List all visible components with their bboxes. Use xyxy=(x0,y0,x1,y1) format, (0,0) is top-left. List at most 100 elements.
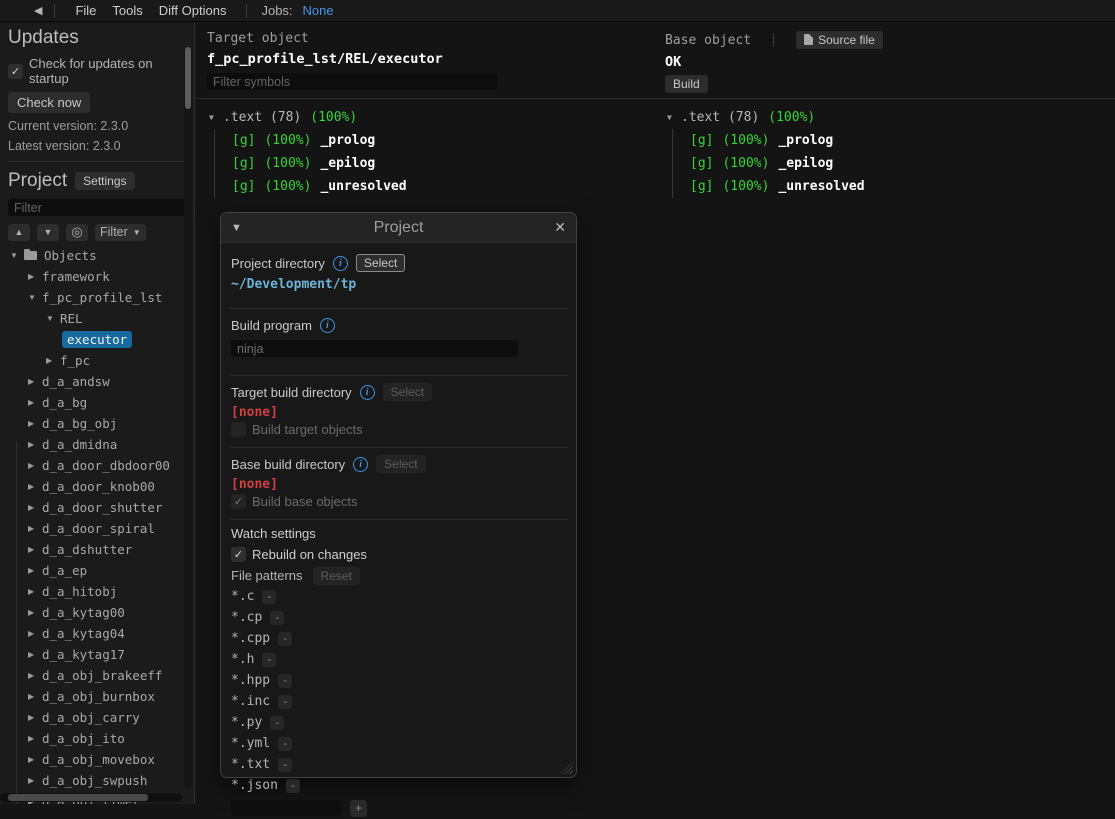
tree-arrow-icon[interactable]: ▶ xyxy=(28,587,42,596)
section-row[interactable]: ▼ .text (78) (100%) xyxy=(209,106,407,129)
tree-item[interactable]: ▶ d_a_bg_obj xyxy=(0,413,194,434)
symbol-row[interactable]: [g] (100%) _unresolved xyxy=(232,175,407,198)
close-icon[interactable]: ✕ xyxy=(546,219,566,236)
tree-item[interactable]: ▶ d_a_door_spiral xyxy=(0,518,194,539)
remove-pattern-button[interactable]: - xyxy=(262,653,276,667)
dialog-title-bar[interactable]: ▼ Project ✕ xyxy=(221,213,576,243)
section-collapse-icon[interactable]: ▼ xyxy=(667,113,681,122)
section-row[interactable]: ▼ .text (78) (100%) xyxy=(667,106,865,129)
sidebar-hscroll-thumb[interactable] xyxy=(8,794,148,801)
tree-arrow-icon[interactable]: ▶ xyxy=(28,713,42,722)
tree-item[interactable]: ▶ d_a_kytag00 xyxy=(0,602,194,623)
remove-pattern-button[interactable]: - xyxy=(278,737,292,751)
reset-button[interactable]: Reset xyxy=(313,567,360,585)
tree-arrow-icon[interactable]: ▶ xyxy=(28,608,42,617)
tree-arrow-icon[interactable]: ▼ xyxy=(28,293,42,302)
menu-diff-options[interactable]: Diff Options xyxy=(151,3,235,18)
tree-arrow-icon[interactable]: ▶ xyxy=(28,671,42,680)
tree-item[interactable]: ▶ d_a_kytag17 xyxy=(0,644,194,665)
check-updates-row[interactable]: ✓ Check for updates on startup xyxy=(8,56,186,86)
tree-arrow-icon[interactable]: ▼ xyxy=(46,314,60,323)
section-collapse-icon[interactable]: ▼ xyxy=(209,113,223,122)
build-target-objects-row[interactable]: Build target objects xyxy=(231,422,566,437)
tree-arrow-icon[interactable]: ▶ xyxy=(28,545,42,554)
tree-arrow-icon[interactable]: ▶ xyxy=(28,272,42,281)
tree-item[interactable]: executor xyxy=(0,329,194,350)
tree-item[interactable]: ▶ d_a_andsw xyxy=(0,371,194,392)
tree-arrow-icon[interactable]: ▶ xyxy=(28,776,42,785)
tree-item[interactable]: ▶ d_a_obj_brakeeff xyxy=(0,665,194,686)
tree-item[interactable]: ▶ d_a_dmidna xyxy=(0,434,194,455)
tree-arrow-icon[interactable]: ▶ xyxy=(28,629,42,638)
project-directory-select-button[interactable]: Select xyxy=(356,254,405,272)
symbol-row[interactable]: [g] (100%) _prolog xyxy=(690,129,865,152)
remove-pattern-button[interactable]: - xyxy=(270,716,284,730)
tree-arrow-icon[interactable]: ▶ xyxy=(28,734,42,743)
checkbox-checked-icon[interactable]: ✓ xyxy=(8,64,23,79)
tree-arrow-icon[interactable]: ▶ xyxy=(28,503,42,512)
tree-arrow-icon[interactable]: ▼ xyxy=(10,251,24,260)
tree-arrow-icon[interactable]: ▶ xyxy=(28,419,42,428)
collapse-icon[interactable]: ▼ xyxy=(231,222,251,234)
remove-pattern-button[interactable]: - xyxy=(262,590,276,604)
tree-item[interactable]: ▶ d_a_obj_swpush xyxy=(0,770,194,791)
tree-item[interactable]: ▶ d_a_obj_ito xyxy=(0,728,194,749)
tree-item[interactable]: ▶ d_a_ep xyxy=(0,560,194,581)
base-build-dir-select-button[interactable]: Select xyxy=(376,455,425,473)
tree-arrow-icon[interactable]: ▶ xyxy=(28,377,42,386)
tree-item[interactable]: ▶ d_a_bg xyxy=(0,392,194,413)
sidebar-vscroll-thumb[interactable] xyxy=(185,47,191,109)
symbol-row[interactable]: [g] (100%) _epilog xyxy=(690,152,865,175)
remove-pattern-button[interactable]: - xyxy=(270,611,284,625)
build-button[interactable]: Build xyxy=(665,75,708,93)
remove-pattern-button[interactable]: - xyxy=(278,758,292,772)
target-build-dir-select-button[interactable]: Select xyxy=(383,383,432,401)
tree-item[interactable]: ▶ d_a_door_shutter xyxy=(0,497,194,518)
check-now-button[interactable]: Check now xyxy=(8,92,90,113)
tree-item[interactable]: ▶ d_a_obj_carry xyxy=(0,707,194,728)
tree-arrow-icon[interactable]: ▶ xyxy=(46,356,60,365)
tree-arrow-icon[interactable]: ▶ xyxy=(28,461,42,470)
back-icon[interactable]: ◀ xyxy=(34,4,42,17)
tree-item[interactable]: ▶ d_a_door_dbdoor00 xyxy=(0,455,194,476)
tree-item[interactable]: ▶ framework xyxy=(0,266,194,287)
locate-button[interactable]: ◎ xyxy=(66,224,88,241)
info-icon[interactable]: i xyxy=(353,457,368,472)
tree-item[interactable]: ▶ d_a_dshutter xyxy=(0,539,194,560)
tree-item[interactable]: ▶ f_pc xyxy=(0,350,194,371)
tree-item[interactable]: ▶ d_a_obj_burnbox xyxy=(0,686,194,707)
tree-arrow-icon[interactable]: ▶ xyxy=(28,566,42,575)
remove-pattern-button[interactable]: - xyxy=(278,674,292,688)
tree-arrow-icon[interactable]: ▶ xyxy=(28,755,42,764)
symbol-filter-input[interactable] xyxy=(207,73,497,90)
project-filter-input[interactable] xyxy=(8,199,186,216)
checkbox-checked-icon[interactable]: ✓ xyxy=(231,494,246,509)
collapse-all-button[interactable]: ▲ xyxy=(8,224,30,241)
expand-all-button[interactable]: ▼ xyxy=(37,224,59,241)
build-base-objects-row[interactable]: ✓ Build base objects xyxy=(231,494,566,509)
tree-item[interactable]: ▼ f_pc_profile_lst xyxy=(0,287,194,308)
new-pattern-input[interactable] xyxy=(231,800,341,816)
tree-arrow-icon[interactable]: ▶ xyxy=(28,440,42,449)
checkbox-unchecked-icon[interactable] xyxy=(231,422,246,437)
tree-item[interactable]: ▼ Objects xyxy=(0,245,194,266)
remove-pattern-button[interactable]: - xyxy=(278,632,292,646)
tree-arrow-icon[interactable]: ▶ xyxy=(28,398,42,407)
source-file-button[interactable]: Source file xyxy=(796,31,883,49)
settings-button[interactable]: Settings xyxy=(75,172,134,190)
symbol-row[interactable]: [g] (100%) _unresolved xyxy=(690,175,865,198)
sidebar-vscroll-track[interactable] xyxy=(184,47,192,788)
info-icon[interactable]: i xyxy=(360,385,375,400)
menu-tools[interactable]: Tools xyxy=(104,3,150,18)
build-program-input[interactable] xyxy=(231,340,518,357)
jobs-value-link[interactable]: None xyxy=(303,3,334,18)
tree-arrow-icon[interactable]: ▶ xyxy=(28,692,42,701)
rebuild-on-changes-row[interactable]: ✓ Rebuild on changes xyxy=(231,547,566,562)
add-pattern-button[interactable]: + xyxy=(350,800,367,817)
tree-arrow-icon[interactable]: ▶ xyxy=(28,650,42,659)
tree-arrow-icon[interactable]: ▶ xyxy=(28,482,42,491)
tree-arrow-icon[interactable]: ▶ xyxy=(28,524,42,533)
symbol-row[interactable]: [g] (100%) _prolog xyxy=(232,129,407,152)
symbol-row[interactable]: [g] (100%) _epilog xyxy=(232,152,407,175)
tree-item[interactable]: ▶ d_a_door_knob00 xyxy=(0,476,194,497)
